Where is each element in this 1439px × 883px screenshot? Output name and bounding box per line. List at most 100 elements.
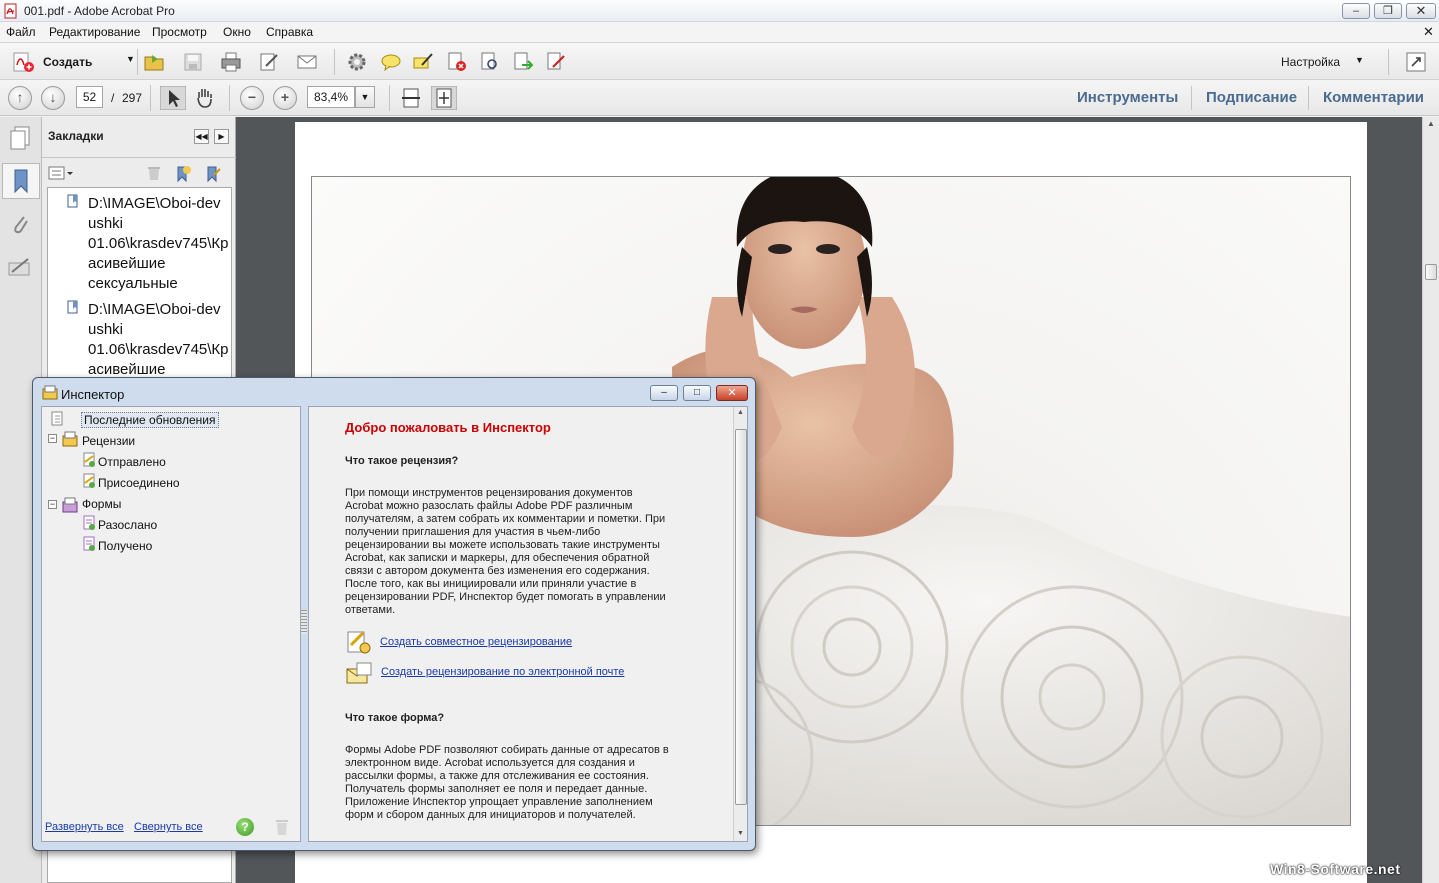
delete-document-icon[interactable] xyxy=(446,51,468,73)
customize-label[interactable]: Настройка xyxy=(1281,55,1340,69)
scroll-up-arrow-icon[interactable]: ▲ xyxy=(737,409,744,416)
bookmark-options-icon[interactable] xyxy=(48,165,74,181)
tree-joined[interactable]: Присоединено xyxy=(98,476,180,490)
settings-gear-icon[interactable] xyxy=(346,51,368,73)
scroll-down-arrow-icon[interactable]: ▼ xyxy=(737,830,744,837)
inspector-close-button[interactable]: ✕ xyxy=(716,385,748,401)
menu-window[interactable]: Окно xyxy=(223,25,251,39)
shared-review-icon xyxy=(347,631,371,654)
trash-icon[interactable] xyxy=(274,818,290,836)
tree-collapse-toggle[interactable]: − xyxy=(48,500,57,509)
help-icon[interactable]: ? xyxy=(236,818,254,836)
create-pdf-icon xyxy=(13,52,34,72)
tree-sent[interactable]: Отправлено xyxy=(98,455,166,469)
comments-pane-link[interactable]: Комментарии xyxy=(1323,89,1424,106)
close-document-icon[interactable]: ✕ xyxy=(1423,24,1434,40)
tree-forms[interactable]: Формы xyxy=(82,497,121,511)
close-button[interactable]: ✕ xyxy=(1406,3,1436,19)
bookmark-item-text: ushki xyxy=(88,321,124,338)
highlight-icon[interactable] xyxy=(412,51,434,73)
pdf-app-icon xyxy=(4,3,17,19)
title-bar: 001.pdf - Adobe Acrobat Pro – ❐ ✕ xyxy=(0,0,1439,22)
main-toolbar: Создать ▼ Настройка ▼ xyxy=(0,42,1439,80)
new-bookmark-icon[interactable] xyxy=(174,165,192,183)
bookmark-item-text: ushki xyxy=(88,215,124,232)
zoom-out-button[interactable]: − xyxy=(240,86,264,110)
toolbar-separator xyxy=(150,85,151,111)
chevron-down-icon: ▼ xyxy=(126,54,135,64)
pane-splitter-handle[interactable] xyxy=(301,610,307,634)
menu-view[interactable]: Просмотр xyxy=(152,25,207,39)
collapse-all-link[interactable]: Свернуть все xyxy=(134,821,203,833)
form-text-line: электронном виде. Acrobat используется д… xyxy=(345,757,635,769)
bookmark-item[interactable]: D:\IMAGE\Oboi-dev ushki 01.06\krasdev745… xyxy=(88,300,233,380)
toolbar-separator xyxy=(334,49,335,75)
menu-edit[interactable]: Редактирование xyxy=(49,25,140,39)
page-number-input[interactable]: 52 xyxy=(76,86,103,108)
welcome-heading: Добро пожаловать в Инспектор xyxy=(345,420,551,435)
save-icon[interactable] xyxy=(182,51,204,73)
attachments-paperclip-icon[interactable] xyxy=(8,211,32,237)
distributed-form-icon xyxy=(83,515,95,530)
scrollbar-thumb[interactable] xyxy=(1425,264,1437,280)
edit-document-icon[interactable] xyxy=(258,51,280,73)
zoom-input[interactable]: 83,4% xyxy=(307,86,355,108)
delete-bookmark-icon[interactable] xyxy=(146,165,162,181)
select-cursor-icon[interactable] xyxy=(160,86,186,110)
signatures-icon[interactable] xyxy=(6,255,34,281)
sign-pane-link[interactable]: Подписание xyxy=(1206,89,1297,106)
reviews-icon xyxy=(62,431,78,447)
inspector-maximize-button[interactable]: □ xyxy=(683,385,711,401)
document-scrollbar[interactable]: ▲ xyxy=(1422,117,1439,883)
create-shared-review-link[interactable]: Создать совместное рецензирование xyxy=(380,636,572,648)
bookmark-item-text: 01.06\krasdev745\Кр xyxy=(88,341,229,358)
zoom-in-button[interactable]: + xyxy=(273,86,297,110)
scroll-up-arrow-icon[interactable]: ▲ xyxy=(1427,119,1435,128)
sign-document-icon[interactable] xyxy=(545,51,567,73)
next-page-button[interactable]: ↓ xyxy=(41,86,65,110)
menu-file[interactable]: Файл xyxy=(6,25,36,39)
form-text-line: рассылки формы, а также для отслеживания… xyxy=(345,770,649,782)
page-thumbnails-icon[interactable] xyxy=(8,125,32,151)
bookmark-item-text: сексуальные xyxy=(88,275,178,292)
tree-distributed[interactable]: Разослано xyxy=(98,518,157,532)
open-folder-icon[interactable] xyxy=(143,51,165,73)
tree-recent-updates[interactable]: Последние обновления xyxy=(81,412,219,428)
minimize-button[interactable]: – xyxy=(1342,3,1370,19)
bookmarks-tab[interactable] xyxy=(2,163,40,199)
bookmark-item-text: 01.06\krasdev745\Кр xyxy=(88,235,229,252)
fit-width-icon[interactable] xyxy=(399,86,423,110)
review-text-line: Acrobat, как записки и маркеры, для обес… xyxy=(345,552,650,564)
collapse-panel-button[interactable]: ◀◀ xyxy=(194,129,209,144)
inspector-scrollbar[interactable]: ▲ ▼ xyxy=(733,407,747,841)
menu-help[interactable]: Справка xyxy=(266,25,313,39)
fullscreen-icon[interactable] xyxy=(1405,51,1427,73)
expand-panel-button[interactable]: ▶ xyxy=(214,129,229,144)
print-icon[interactable] xyxy=(220,51,242,73)
tools-pane-link[interactable]: Инструменты xyxy=(1077,89,1178,106)
email-icon[interactable] xyxy=(296,51,318,73)
comment-icon[interactable] xyxy=(380,51,402,73)
chevron-down-icon[interactable]: ▼ xyxy=(1355,55,1364,65)
hand-tool-icon[interactable] xyxy=(193,86,217,110)
previous-page-button[interactable]: ↑ xyxy=(8,86,32,110)
bookmark-item[interactable]: D:\IMAGE\Oboi-dev ushki 01.06\krasdev745… xyxy=(88,194,233,294)
export-document-icon[interactable] xyxy=(512,51,534,73)
restore-button[interactable]: ❐ xyxy=(1374,3,1402,19)
bookmark-from-selection-icon[interactable] xyxy=(204,165,222,183)
expand-all-link[interactable]: Развернуть все xyxy=(45,821,124,833)
inspector-scrollbar-thumb[interactable] xyxy=(735,429,747,805)
fit-page-icon[interactable] xyxy=(431,86,457,110)
bookmark-item-icon xyxy=(67,300,78,314)
email-review-icon xyxy=(346,662,372,684)
tree-received[interactable]: Получено xyxy=(98,539,152,553)
zoom-dropdown-chevron-icon[interactable]: ▼ xyxy=(355,86,375,108)
inspector-minimize-button[interactable]: – xyxy=(650,385,678,401)
tree-collapse-toggle[interactable]: − xyxy=(48,434,57,443)
document-search-icon[interactable] xyxy=(479,51,501,73)
tree-reviews[interactable]: Рецензии xyxy=(82,434,135,448)
inspector-window: Инспектор – □ ✕ Последние обновления − Р… xyxy=(32,377,756,851)
create-button[interactable]: Создать ▼ xyxy=(8,50,135,74)
create-email-review-link[interactable]: Создать рецензирование по электронной по… xyxy=(381,666,624,678)
bookmark-item-text: D:\IMAGE\Oboi-dev xyxy=(88,195,221,212)
